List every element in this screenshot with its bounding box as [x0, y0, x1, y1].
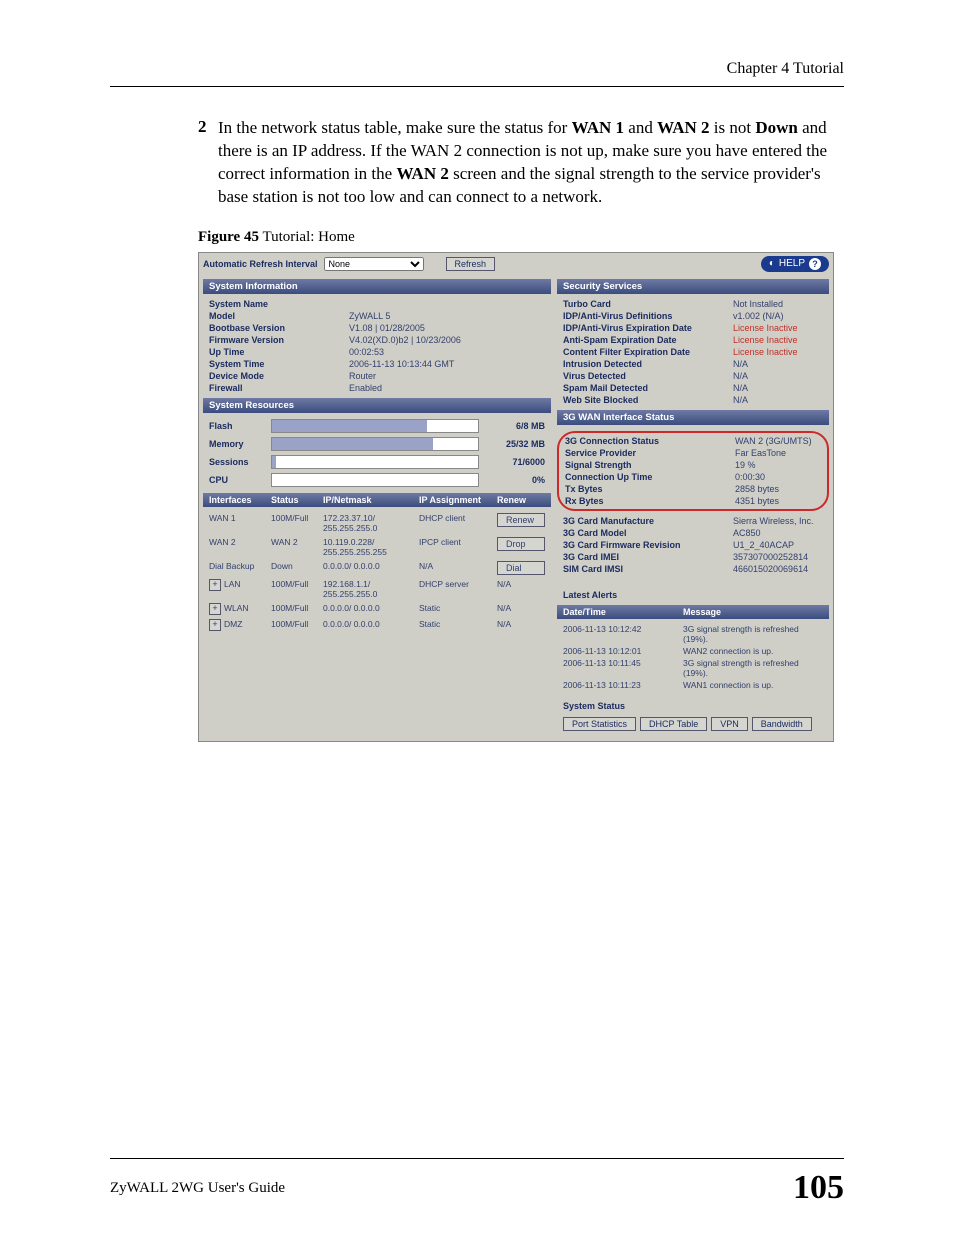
wan3g-row: SIM Card IMSI466015020069614 [557, 563, 829, 575]
resource-row: CPU0% [203, 471, 551, 489]
security-row: IDP/Anti-Virus Expiration DateLicense In… [557, 322, 829, 334]
screenshot-topbar: Automatic Refresh Interval None Refresh … [199, 253, 833, 275]
sysinfo-row: Firmware VersionV4.02(XD.0)b2 | 10/23/20… [203, 334, 551, 346]
system-information-header: System Information [203, 279, 551, 294]
security-row: Virus DetectedN/A [557, 370, 829, 382]
header-rule [110, 86, 844, 87]
interface-row: +LAN100M/Full192.168.1.1/ 255.255.255.0D… [203, 577, 551, 601]
system-status-button[interactable]: Port Statistics [563, 717, 636, 731]
security-row: Anti-Spam Expiration DateLicense Inactiv… [557, 334, 829, 346]
sysinfo-row: FirewallEnabled [203, 382, 551, 394]
footer-rule [110, 1158, 844, 1159]
alert-row: 2006-11-13 10:12:423G signal strength is… [557, 623, 829, 645]
security-services-header: Security Services [557, 279, 829, 294]
refresh-button[interactable]: Refresh [446, 257, 496, 271]
resource-row: Flash6/8 MB [203, 417, 551, 435]
system-resources-header: System Resources [203, 398, 551, 413]
wan3g-row: 3G Card Firmware RevisionU1_2_40ACAP [557, 539, 829, 551]
alert-row: 2006-11-13 10:11:453G signal strength is… [557, 657, 829, 679]
sysinfo-row: Device ModeRouter [203, 370, 551, 382]
wan3g-row: 3G Connection StatusWAN 2 (3G/UMTS) [559, 435, 827, 447]
interface-row: +DMZ100M/Full0.0.0.0/ 0.0.0.0StaticN/A [203, 617, 551, 633]
security-row: Content Filter Expiration DateLicense In… [557, 346, 829, 358]
step-number: 2 [198, 117, 218, 137]
sysinfo-row: ModelZyWALL 5 [203, 310, 551, 322]
interface-action-button[interactable]: Dial [497, 561, 545, 575]
footer-guide-name: ZyWALL 2WG User's Guide [110, 1180, 285, 1197]
system-status-button[interactable]: Bandwidth [752, 717, 812, 731]
resource-row: Memory25/32 MB [203, 435, 551, 453]
wan3g-row: Service ProviderFar EasTone [559, 447, 827, 459]
alert-row: 2006-11-13 10:12:01WAN2 connection is up… [557, 645, 829, 657]
right-column: Security Services Turbo CardNot Installe… [557, 279, 829, 737]
resource-meter [271, 455, 479, 469]
resource-row: Sessions71/6000 [203, 453, 551, 471]
screenshot-panel: Automatic Refresh Interval None Refresh … [198, 252, 834, 742]
wan3g-row: 3G Card IMEI357307000252814 [557, 551, 829, 563]
wan3g-row: Rx Bytes4351 bytes [559, 495, 827, 507]
step-2: 2 In the network status table, make sure… [198, 117, 844, 209]
expand-icon[interactable]: + [209, 579, 221, 591]
wan3g-row: Connection Up Time0:00:30 [559, 471, 827, 483]
interface-row: +WLAN100M/Full0.0.0.0/ 0.0.0.0StaticN/A [203, 601, 551, 617]
system-status-button[interactable]: DHCP Table [640, 717, 707, 731]
help-button[interactable]: ◐ HELP ? [761, 256, 829, 272]
alert-row: 2006-11-13 10:11:23WAN1 connection is up… [557, 679, 829, 691]
interface-row: WAN 1100M/Full172.23.37.10/ 255.255.255.… [203, 511, 551, 535]
wan3g-header: 3G WAN Interface Status [557, 410, 829, 425]
help-icon: ◐ [769, 258, 775, 269]
security-row: IDP/Anti-Virus Definitionsv1.002 (N/A) [557, 310, 829, 322]
resource-meter [271, 437, 479, 451]
security-row: Turbo CardNot Installed [557, 298, 829, 310]
sysinfo-row: Up Time00:02:53 [203, 346, 551, 358]
wan3g-body: 3G Card ManufactureSierra Wireless, Inc.… [557, 515, 829, 575]
wan3g-highlight: 3G Connection StatusWAN 2 (3G/UMTS)Servi… [557, 431, 829, 511]
refresh-interval-select[interactable]: None [324, 257, 424, 271]
question-icon: ? [809, 258, 821, 270]
sysinfo-row: Bootbase VersionV1.08 | 01/28/2005 [203, 322, 551, 334]
wan3g-row: Signal Strength19 % [559, 459, 827, 471]
resource-meter [271, 419, 479, 433]
security-row: Intrusion DetectedN/A [557, 358, 829, 370]
resource-meter [271, 473, 479, 487]
latest-alerts-label: Latest Alerts [557, 589, 829, 601]
system-information-body: System NameModelZyWALL 5Bootbase Version… [203, 298, 551, 394]
alerts-body: 2006-11-13 10:12:423G signal strength is… [557, 623, 829, 691]
system-status-button[interactable]: VPN [711, 717, 748, 731]
security-row: Spam Mail DetectedN/A [557, 382, 829, 394]
step-text: In the network status table, make sure t… [218, 117, 844, 209]
wan3g-row: Tx Bytes2858 bytes [559, 483, 827, 495]
sysinfo-row: System Time2006-11-13 10:13:44 GMT [203, 358, 551, 370]
wan3g-row: 3G Card ManufactureSierra Wireless, Inc. [557, 515, 829, 527]
figure-caption: Figure 45 Tutorial: Home [198, 229, 844, 246]
refresh-interval-label: Automatic Refresh Interval [203, 259, 318, 269]
expand-icon[interactable]: + [209, 603, 221, 615]
alerts-header: Date/Time Message [557, 605, 829, 619]
interface-action-button[interactable]: Drop [497, 537, 545, 551]
sysinfo-row: System Name [203, 298, 551, 310]
wan3g-row: 3G Card ModelAC850 [557, 527, 829, 539]
system-status-label: System Status [557, 695, 829, 713]
interface-action-button[interactable]: Renew [497, 513, 545, 527]
page-footer: ZyWALL 2WG User's Guide 105 [110, 1158, 844, 1207]
interface-row: WAN 2WAN 210.119.0.228/ 255.255.255.255I… [203, 535, 551, 559]
interfaces-header: Interfaces Status IP/Netmask IP Assignme… [203, 493, 551, 507]
system-status-buttons: Port Statistics DHCP Table VPN Bandwidth [557, 717, 829, 737]
security-row: Web Site BlockedN/A [557, 394, 829, 406]
left-column: System Information System NameModelZyWAL… [203, 279, 551, 633]
interfaces-body: WAN 1100M/Full172.23.37.10/ 255.255.255.… [203, 511, 551, 633]
system-resources-body: Flash6/8 MBMemory25/32 MBSessions71/6000… [203, 417, 551, 489]
footer-page-number: 105 [793, 1169, 844, 1207]
chapter-label: Chapter 4 Tutorial [110, 60, 844, 78]
interface-row: Dial BackupDown0.0.0.0/ 0.0.0.0N/ADial [203, 559, 551, 577]
security-services-body: Turbo CardNot InstalledIDP/Anti-Virus De… [557, 298, 829, 406]
expand-icon[interactable]: + [209, 619, 221, 631]
